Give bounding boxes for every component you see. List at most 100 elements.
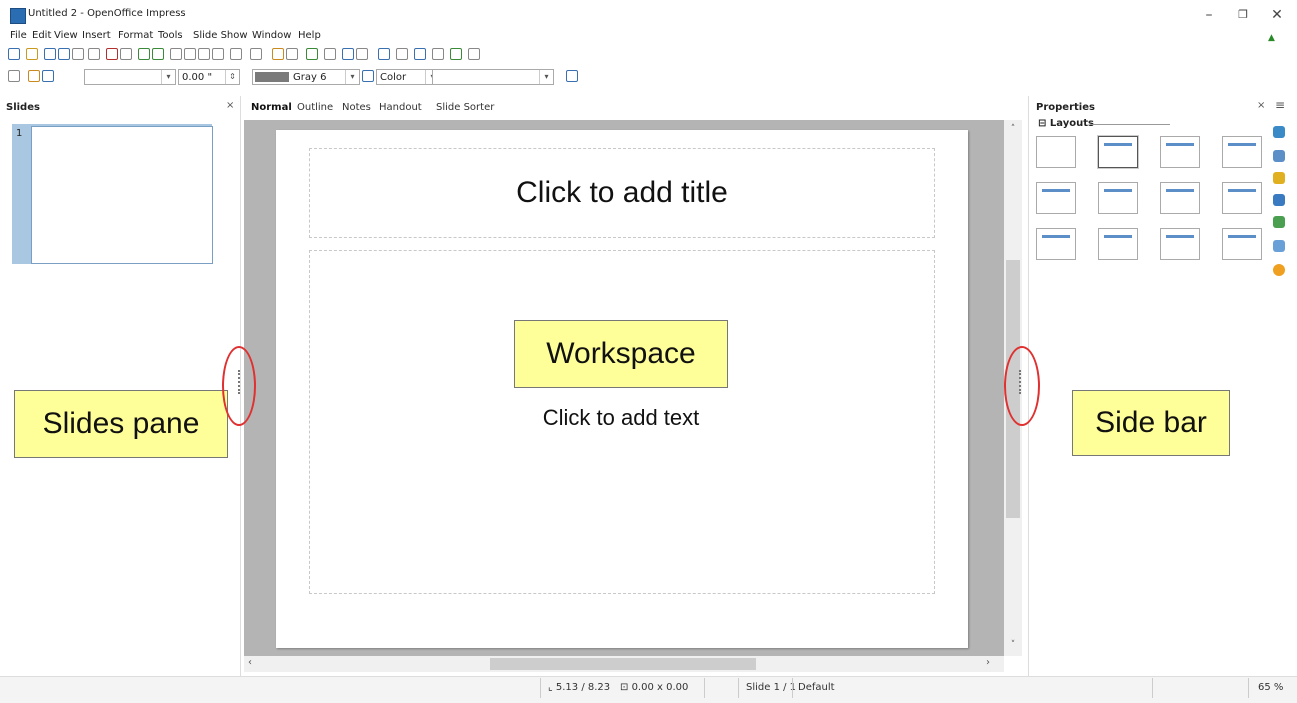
- scroll-down-icon[interactable]: ˅: [1004, 640, 1022, 650]
- title-placeholder[interactable]: Click to add title: [309, 148, 935, 238]
- layout-title-bar: [1104, 235, 1132, 238]
- menu-view[interactable]: View: [54, 30, 78, 41]
- sidebar-close-icon[interactable]: ×: [1257, 100, 1265, 111]
- menu-tools[interactable]: Tools: [158, 30, 183, 41]
- table-icon[interactable]: [286, 48, 298, 60]
- layouts-section-title[interactable]: ⊟ Layouts: [1038, 118, 1094, 129]
- area-style-icon[interactable]: [362, 70, 374, 82]
- image-icon[interactable]: [306, 48, 318, 60]
- export-pdf-icon[interactable]: [106, 48, 118, 60]
- arrow-style-icon[interactable]: [42, 70, 54, 82]
- menu-file[interactable]: File: [10, 30, 27, 41]
- gallery-deck-icon[interactable]: [1273, 216, 1285, 228]
- layout-option[interactable]: [1160, 182, 1200, 214]
- tab-slide-sorter[interactable]: Slide Sorter: [436, 102, 494, 113]
- autospell-icon[interactable]: [152, 48, 164, 60]
- menu-edit[interactable]: Edit: [32, 30, 51, 41]
- fill-color-select[interactable]: ▾: [432, 69, 554, 85]
- redo-icon[interactable]: [250, 48, 262, 60]
- layout-option[interactable]: [1036, 228, 1076, 260]
- line-style-select[interactable]: ▾: [84, 69, 176, 85]
- slide-transition-deck-icon[interactable]: [1273, 194, 1285, 206]
- layout-option[interactable]: [1036, 136, 1076, 168]
- paste-icon[interactable]: [198, 48, 210, 60]
- chart-icon[interactable]: [272, 48, 284, 60]
- line-and-filling-toolbar: ▾ 0.00 " ⇕ Gray 6 ▾ Color▾ ▾: [6, 67, 626, 89]
- clone-formatting-icon[interactable]: [212, 48, 224, 60]
- cut-icon[interactable]: [170, 48, 182, 60]
- menu-window[interactable]: Window: [252, 30, 291, 41]
- restore-button[interactable]: ❐: [1228, 4, 1258, 26]
- hyperlink-icon[interactable]: [342, 48, 354, 60]
- line-icon[interactable]: [28, 70, 40, 82]
- animation-deck-icon[interactable]: [1273, 172, 1285, 184]
- save-icon[interactable]: [58, 48, 70, 60]
- display-views-icon[interactable]: [396, 48, 408, 60]
- tab-notes[interactable]: Notes: [342, 102, 371, 113]
- new-icon[interactable]: [8, 48, 20, 60]
- sidebar-menu-icon[interactable]: ≡: [1275, 98, 1285, 112]
- layout-option[interactable]: [1160, 136, 1200, 168]
- open-icon[interactable]: [44, 48, 56, 60]
- slide-design-icon[interactable]: [432, 48, 444, 60]
- media-icon[interactable]: [324, 48, 336, 60]
- line-color-select[interactable]: Gray 6 ▾: [252, 69, 360, 85]
- content-placeholder-text[interactable]: Click to add text: [309, 405, 933, 431]
- slide-show-icon[interactable]: [468, 48, 480, 60]
- navigator-deck-icon[interactable]: [1273, 240, 1285, 252]
- slide-thumbnail[interactable]: [31, 126, 213, 264]
- status-divider: [1152, 678, 1153, 698]
- line-width-field[interactable]: 0.00 " ⇕: [178, 69, 240, 85]
- status-zoom[interactable]: 65 %: [1258, 682, 1283, 693]
- scroll-up-icon[interactable]: ˄: [1004, 124, 1022, 134]
- layout-option[interactable]: [1036, 182, 1076, 214]
- slide-layout-icon[interactable]: [414, 48, 426, 60]
- styles-icon[interactable]: [8, 70, 20, 82]
- tab-handout[interactable]: Handout: [379, 102, 422, 113]
- menu-format[interactable]: Format: [118, 30, 153, 41]
- standard-toolbar: [6, 48, 626, 64]
- shadow-icon[interactable]: [566, 70, 578, 82]
- layout-option[interactable]: [1098, 228, 1138, 260]
- layout-option[interactable]: [1098, 182, 1138, 214]
- slides-pane-close-icon[interactable]: ×: [226, 100, 234, 111]
- menu-insert[interactable]: Insert: [82, 30, 111, 41]
- copy-icon[interactable]: [184, 48, 196, 60]
- horizontal-scroll-thumb[interactable]: [490, 658, 756, 670]
- navigator-icon[interactable]: [356, 48, 368, 60]
- master-pages-deck-icon[interactable]: [1273, 150, 1285, 162]
- status-master[interactable]: Default: [798, 682, 835, 693]
- templates-icon[interactable]: [26, 48, 38, 60]
- help-icon[interactable]: [378, 48, 390, 60]
- status-divider: [1248, 678, 1249, 698]
- layout-title-bar: [1104, 143, 1132, 146]
- print-icon[interactable]: [120, 48, 132, 60]
- layout-option[interactable]: [1222, 228, 1262, 260]
- close-button[interactable]: ✕: [1262, 4, 1292, 26]
- minimize-button[interactable]: –: [1194, 4, 1224, 26]
- menu-slide-show[interactable]: Slide Show: [193, 30, 248, 41]
- scroll-left-icon[interactable]: ‹: [248, 657, 252, 668]
- status-divider: [540, 678, 541, 698]
- chevron-down-icon: ▾: [345, 70, 359, 84]
- tab-outline[interactable]: Outline: [297, 102, 333, 113]
- update-icon[interactable]: ▲: [1268, 33, 1275, 43]
- layout-option[interactable]: [1222, 136, 1262, 168]
- title-bar: [0, 0, 1297, 30]
- status-divider: [738, 678, 739, 698]
- menu-help[interactable]: Help: [298, 30, 321, 41]
- fill-type-select[interactable]: Color▾: [376, 69, 440, 85]
- layout-option[interactable]: [1222, 182, 1262, 214]
- email-icon[interactable]: [72, 48, 84, 60]
- tab-normal[interactable]: Normal: [251, 102, 292, 113]
- spin-icon[interactable]: ⇕: [225, 70, 239, 84]
- scroll-right-icon[interactable]: ›: [986, 657, 990, 668]
- undo-icon[interactable]: [230, 48, 242, 60]
- edit-file-icon[interactable]: [88, 48, 100, 60]
- layout-option[interactable]: [1097, 135, 1139, 169]
- new-slide-icon[interactable]: [450, 48, 462, 60]
- layout-option[interactable]: [1160, 228, 1200, 260]
- properties-deck-icon[interactable]: [1273, 126, 1285, 138]
- functions-deck-icon[interactable]: [1273, 264, 1285, 276]
- spelling-icon[interactable]: [138, 48, 150, 60]
